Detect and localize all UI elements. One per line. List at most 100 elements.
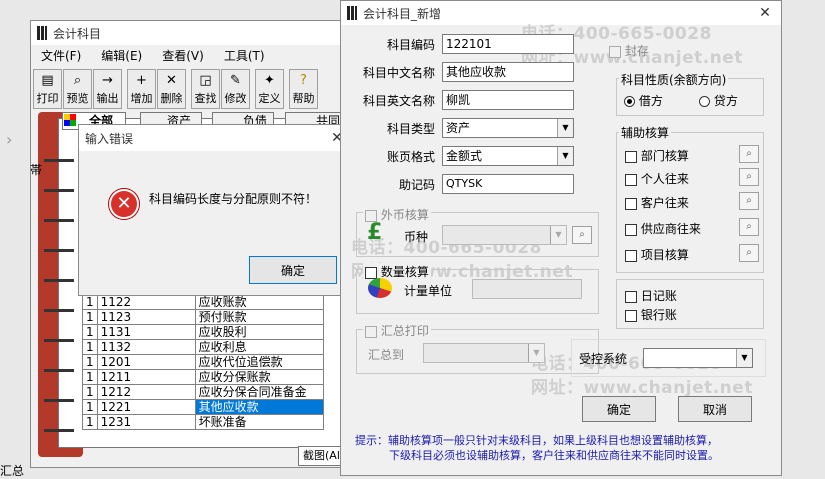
error-dialog: 输入错误 ✕ ✕ 科目编码长度与分配原则不符！ 确定	[78, 124, 354, 296]
summary-to-label: 汇总到	[368, 348, 405, 362]
summary-checkbox[interactable]: 汇总打印	[363, 322, 431, 339]
error-icon: ✕	[109, 189, 139, 219]
print-button[interactable]: ▤ 打印	[33, 69, 62, 109]
cell-code: 1211	[96, 369, 196, 385]
aux-dept-checkbox[interactable]: 部门核算	[625, 147, 689, 164]
unit-field[interactable]	[472, 279, 582, 299]
aux-customer-checkbox[interactable]: 客户往来	[625, 194, 689, 211]
help-button[interactable]: ? 帮助	[289, 69, 318, 109]
table-row[interactable]: 1 1231 坏账准备	[82, 414, 324, 430]
currency-pound-icon: £	[367, 220, 383, 245]
cn-name-label: 科目中文名称	[362, 66, 435, 80]
pie-chart-icon	[368, 278, 392, 298]
menu-view[interactable]: 查看(V)	[152, 47, 214, 64]
cell-name: 坏账准备	[194, 414, 324, 430]
journal-checkbox[interactable]: 日记账	[625, 287, 677, 304]
project-lookup-icon[interactable]: ⌕	[739, 244, 759, 262]
new-account-close-button[interactable]: ✕	[751, 1, 779, 25]
x-delete-icon: ✕	[166, 73, 177, 88]
debit-radio[interactable]: 借方	[624, 92, 663, 109]
cell-level: 1	[82, 309, 98, 325]
currency-lookup-icon[interactable]: ⌕	[572, 226, 592, 244]
ok-button[interactable]: 确定	[582, 396, 656, 422]
sealed-checkbox[interactable]: 封存	[609, 42, 649, 59]
en-name-label: 科目英文名称	[362, 94, 435, 108]
cn-name-field[interactable]: 其他应收款	[442, 62, 574, 82]
menu-edit[interactable]: 编辑(E)	[91, 47, 152, 64]
find-button[interactable]: ◲ 查找	[191, 69, 220, 109]
aux-supplier-checkbox[interactable]: 供应商往来	[625, 220, 701, 237]
error-dialog-titlebar: 输入错误	[79, 125, 353, 151]
cell-code: 1132	[96, 339, 196, 355]
table-row[interactable]: 1 1221 其他应收款	[82, 399, 324, 415]
currency-label: 币种	[404, 230, 429, 244]
delete-button[interactable]: ✕ 删除	[157, 69, 186, 109]
table-row[interactable]: 1 1123 预付账款	[82, 309, 324, 325]
bank-checkbox[interactable]: 银行账	[625, 306, 677, 323]
app-icon	[347, 6, 357, 20]
aux-project-checkbox[interactable]: 项目核算	[625, 246, 689, 263]
chevron-down-icon: ▼	[528, 344, 544, 362]
quantity-checkbox[interactable]: 数量核算	[363, 263, 431, 280]
cell-name: 应收账款	[194, 294, 324, 310]
colorful-grid-icon	[64, 114, 76, 126]
controlled-select[interactable]: ▼	[643, 348, 753, 368]
cell-name: 应收股利	[194, 324, 324, 340]
menu-tools[interactable]: 工具(T)	[214, 47, 275, 64]
cell-name: 应收代位追偿款	[194, 354, 324, 370]
table-row[interactable]: 1 1132 应收利息	[82, 339, 324, 355]
currency-select[interactable]: ▼	[442, 225, 567, 245]
nature-group-title: 科目性质(余额方向)	[619, 71, 729, 88]
unit-label: 计量单位	[404, 284, 453, 298]
supplier-lookup-icon[interactable]: ⌕	[739, 218, 759, 236]
preview-button[interactable]: ⌕ 预览	[63, 69, 92, 109]
cell-code: 1201	[96, 354, 196, 370]
new-account-dialog: 会计科目_新增 ✕ 电话：400-665-0028 网址：www.chanjet…	[340, 0, 782, 476]
aux-person-checkbox[interactable]: 个人往来	[625, 170, 689, 187]
magnifier-icon: ⌕	[73, 73, 82, 88]
notebook-rings	[44, 140, 74, 440]
modify-button[interactable]: ✎ 修改	[221, 69, 250, 109]
account-table: 1 1122 应收账款 1 1123 预付账款 1 1131 应收股利 1 1132 应收利息 1 120…	[82, 294, 324, 430]
menu-file[interactable]: 文件(F)	[31, 47, 91, 64]
table-row[interactable]: 1 1122 应收账款	[82, 294, 324, 310]
chevron-down-icon: ▼	[557, 147, 573, 165]
table-row[interactable]: 1 1201 应收代位追偿款	[82, 354, 324, 370]
format-select[interactable]: 金额式 ▼	[442, 146, 574, 166]
code-field[interactable]: 122101	[442, 34, 574, 54]
add-button[interactable]: + 增加	[127, 69, 156, 109]
cell-code: 1212	[96, 384, 196, 400]
person-lookup-icon[interactable]: ⌕	[739, 168, 759, 186]
chevron-down-icon: ▼	[557, 119, 573, 137]
summary-to-select[interactable]: ▼	[423, 343, 545, 363]
export-arrow-icon: →	[102, 73, 113, 88]
cancel-button[interactable]: 取消	[678, 396, 752, 422]
cell-level: 1	[82, 384, 98, 400]
help-icon: ?	[300, 73, 307, 88]
type-select[interactable]: 资产 ▼	[442, 118, 574, 138]
cell-level: 1	[82, 324, 98, 340]
cell-name: 预付账款	[194, 309, 324, 325]
cell-level: 1	[82, 399, 98, 415]
cell-level: 1	[82, 354, 98, 370]
table-row[interactable]: 1 1212 应收分保合同准备金	[82, 384, 324, 400]
cell-code: 1122	[96, 294, 196, 310]
table-row[interactable]: 1 1211 应收分保账款	[82, 369, 324, 385]
cell-code: 1123	[96, 309, 196, 325]
dept-lookup-icon[interactable]: ⌕	[739, 145, 759, 163]
table-row[interactable]: 1 1131 应收股利	[82, 324, 324, 340]
cell-level: 1	[82, 294, 98, 310]
chevron-down-icon: ▼	[550, 226, 566, 244]
cell-code: 1221	[96, 399, 196, 415]
mnemonic-field[interactable]: QTYSK	[442, 174, 574, 194]
define-button[interactable]: ✦ 定义	[255, 69, 284, 109]
export-button[interactable]: → 输出	[93, 69, 122, 109]
mnemonic-label: 助记码	[398, 178, 435, 192]
credit-radio[interactable]: 贷方	[699, 92, 738, 109]
find-icon: ◲	[199, 73, 212, 88]
error-message: 科目编码长度与分配原则不符！	[149, 192, 318, 206]
hint-line-1: 提示：辅助核算项一般只针对末级科目，如果上级科目也想设置辅助核算，	[355, 434, 718, 447]
customer-lookup-icon[interactable]: ⌕	[739, 192, 759, 210]
en-name-field[interactable]: 柳凯	[442, 90, 574, 110]
error-ok-button[interactable]: 确定	[249, 256, 337, 284]
